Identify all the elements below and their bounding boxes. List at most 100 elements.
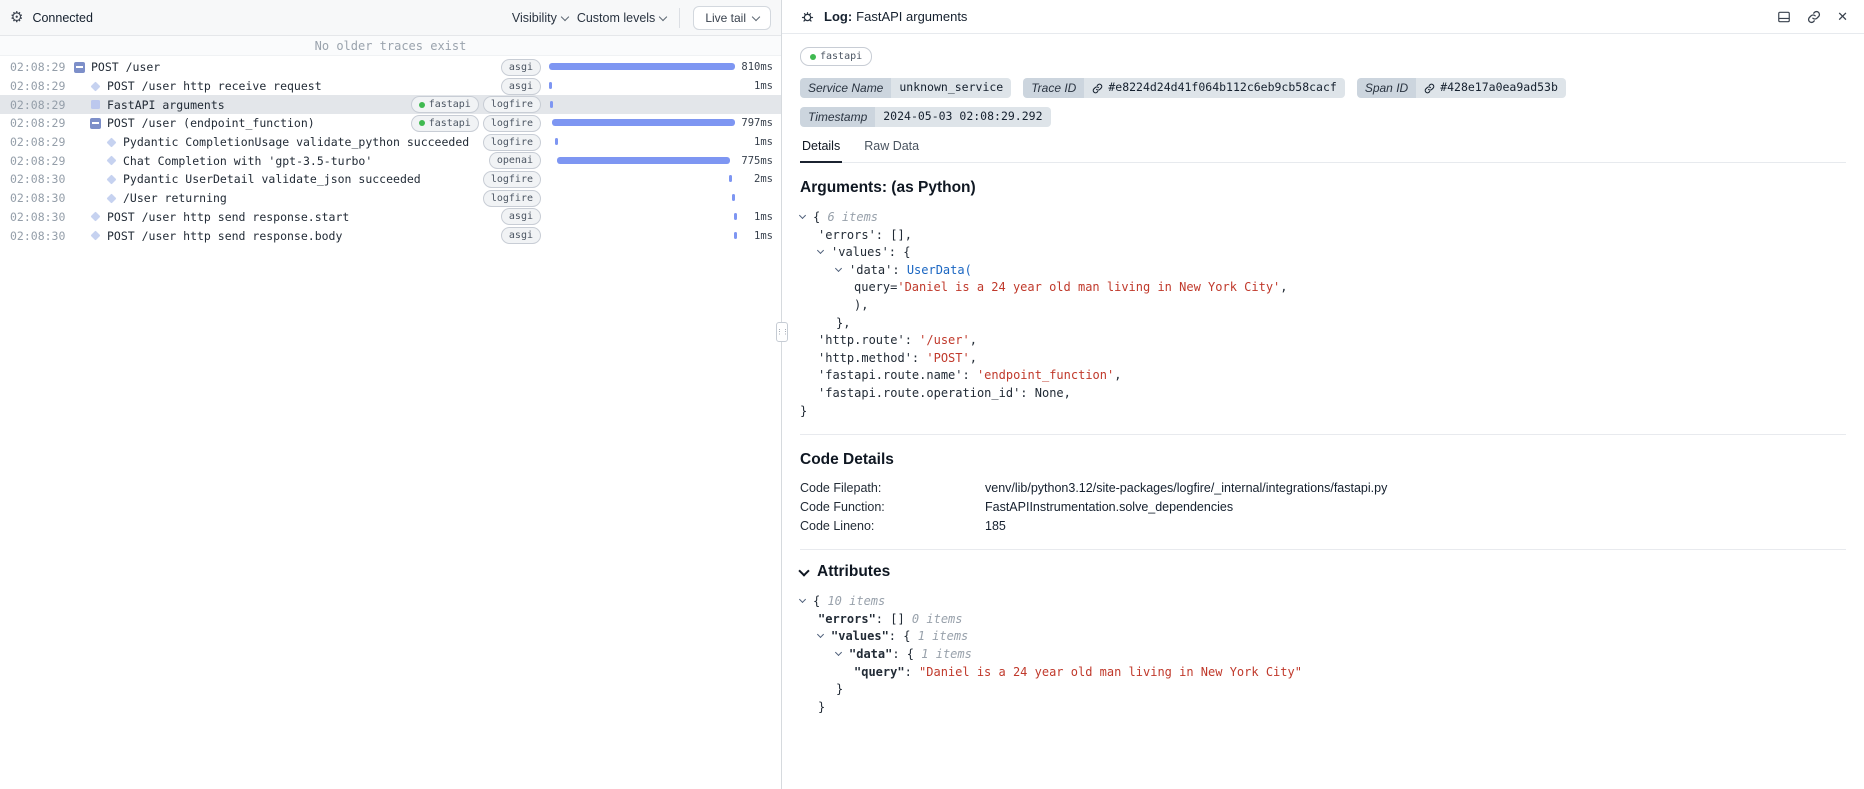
service-name-badge: Service Name unknown_service bbox=[800, 78, 1011, 98]
json-line: 'http.route': '/user', bbox=[800, 332, 1846, 350]
trace-panel: ⚙ Connected Visibility Custom levels Liv… bbox=[0, 0, 782, 789]
duration-bar bbox=[557, 157, 731, 164]
detail-body: fastapi Service Name unknown_service Tra… bbox=[782, 34, 1864, 789]
code-lineno-row: Code Lineno: 185 bbox=[800, 516, 1846, 535]
tag-list: logfire bbox=[477, 171, 541, 188]
trace-timestamp: 02:08:29 bbox=[10, 135, 68, 149]
arguments-heading: Arguments: (as Python) bbox=[800, 179, 1846, 197]
duration-bar bbox=[732, 194, 735, 201]
code-filepath-row: Code Filepath: venv/lib/python3.12/site-… bbox=[800, 478, 1846, 497]
json-line: 'fastapi.route.name': 'endpoint_function… bbox=[800, 367, 1846, 385]
json-token: UserData( bbox=[907, 263, 972, 277]
tag-list: fastapi logfire bbox=[405, 115, 541, 132]
trace-row[interactable]: 02:08:29POST /user (endpoint_function)fa… bbox=[0, 114, 781, 133]
tag-pill: fastapi bbox=[411, 115, 479, 132]
tab-raw-data[interactable]: Raw Data bbox=[862, 139, 921, 162]
json-token: : bbox=[963, 368, 977, 382]
collapse-toggle-icon[interactable] bbox=[90, 118, 101, 129]
json-token: 1 items bbox=[921, 647, 972, 661]
dock-panel-icon[interactable] bbox=[1777, 10, 1791, 24]
live-tail-label: Live tail bbox=[705, 11, 746, 25]
tag-pill-label: logfire bbox=[491, 173, 533, 186]
duration-track bbox=[549, 119, 737, 127]
span-id-link[interactable]: #428e17a0ea9ad53b bbox=[1416, 78, 1566, 98]
trace-row[interactable]: 02:08:30POST /user http send response.st… bbox=[0, 208, 781, 227]
span-name: POST /user bbox=[91, 60, 160, 74]
green-dot-icon bbox=[419, 120, 425, 126]
duration-bar bbox=[555, 138, 558, 145]
attributes-header: Attributes bbox=[800, 563, 1846, 581]
tag-pill: logfire bbox=[483, 190, 541, 207]
json-line: } bbox=[800, 403, 1846, 421]
trace-row[interactable]: 02:08:30POST /user http send response.bo… bbox=[0, 226, 781, 245]
span-name: POST /user http send response.start bbox=[107, 210, 349, 224]
copy-link-icon[interactable] bbox=[1807, 10, 1821, 24]
live-tail-dropdown[interactable]: Live tail bbox=[693, 6, 771, 30]
green-dot-icon bbox=[810, 54, 816, 60]
json-token: "values" bbox=[831, 629, 889, 643]
trace-row[interactable]: 02:08:30/User returninglogfire bbox=[0, 189, 781, 208]
collapse-toggle-icon[interactable] bbox=[74, 62, 85, 73]
tag-pill-label: asgi bbox=[509, 61, 533, 74]
trace-row[interactable]: 02:08:29FastAPI argumentsfastapilogfire bbox=[0, 95, 781, 114]
header-actions: ✕ bbox=[1777, 10, 1848, 24]
panel-resize-handle[interactable]: ⋮⋮ bbox=[776, 322, 788, 342]
trace-row[interactable]: 02:08:29POST /userasgi810ms bbox=[0, 58, 781, 77]
gear-icon[interactable]: ⚙ bbox=[10, 10, 23, 25]
chevron-down-icon bbox=[659, 12, 667, 20]
timestamp-value: 2024-05-03 02:08:29.292 bbox=[875, 107, 1050, 127]
service-tag-label: fastapi bbox=[820, 50, 862, 63]
trace-row-main: POST /user http send response.start bbox=[68, 210, 495, 224]
json-token: , bbox=[1280, 280, 1287, 294]
trace-row[interactable]: 02:08:30Pydantic UserDetail validate_jso… bbox=[0, 170, 781, 189]
trace-id-link[interactable]: #e8224d24d41f064b112c6eb9cb58cacf bbox=[1084, 78, 1344, 98]
code-filepath-label: Code Filepath: bbox=[800, 481, 985, 495]
green-dot-icon bbox=[419, 102, 425, 108]
trace-timestamp: 02:08:30 bbox=[10, 229, 68, 243]
tag-pill: logfire bbox=[483, 171, 541, 188]
chevron-down-icon[interactable] bbox=[798, 565, 809, 576]
trace-timestamp: 02:08:29 bbox=[10, 154, 68, 168]
duration-label: 1ms bbox=[737, 136, 773, 148]
span-id-value: #428e17a0ea9ad53b bbox=[1440, 82, 1558, 94]
chevron-down-icon[interactable] bbox=[836, 262, 849, 280]
service-tag[interactable]: fastapi bbox=[800, 47, 872, 66]
duration-bar bbox=[550, 101, 553, 108]
json-token: "query" bbox=[854, 665, 905, 679]
trace-row[interactable]: 02:08:29POST /user http receive requesta… bbox=[0, 77, 781, 96]
duration-track bbox=[549, 157, 737, 165]
json-token: "data" bbox=[849, 647, 892, 661]
close-icon[interactable]: ✕ bbox=[1837, 10, 1848, 23]
trace-row[interactable]: 02:08:29Pydantic CompletionUsage validat… bbox=[0, 133, 781, 152]
custom-levels-dropdown[interactable]: Custom levels bbox=[577, 11, 667, 25]
badge-value: unknown_service bbox=[891, 78, 1011, 98]
tag-pill-label: fastapi bbox=[429, 117, 471, 130]
tag-list: fastapilogfire bbox=[405, 96, 541, 113]
json-line: 'values': { bbox=[800, 244, 1846, 262]
chevron-down-icon[interactable] bbox=[818, 244, 831, 262]
chevron-down-icon[interactable] bbox=[800, 209, 813, 227]
badge-label: Span ID bbox=[1357, 78, 1416, 98]
json-token: } bbox=[818, 700, 825, 714]
json-token: 'values' bbox=[831, 245, 889, 259]
visibility-dropdown[interactable]: Visibility bbox=[512, 11, 568, 25]
tag-pill: logfire bbox=[483, 115, 541, 132]
trace-row[interactable]: 02:08:29Chat Completion with 'gpt-3.5-tu… bbox=[0, 151, 781, 170]
trace-row-main: POST /user http receive request bbox=[68, 79, 495, 93]
span-name: Pydantic UserDetail validate_json succee… bbox=[123, 172, 421, 186]
tag-list: asgi bbox=[495, 59, 541, 76]
json-token: : { bbox=[889, 629, 918, 643]
chevron-down-icon[interactable] bbox=[800, 593, 813, 611]
span-icon bbox=[107, 137, 117, 147]
tag-list: logfire bbox=[477, 190, 541, 207]
trace-row-main: Pydantic CompletionUsage validate_python… bbox=[68, 135, 477, 149]
json-token: : None, bbox=[1020, 386, 1071, 400]
chevron-down-icon[interactable] bbox=[818, 628, 831, 646]
json-line: } bbox=[800, 699, 1846, 717]
tab-details[interactable]: Details bbox=[800, 139, 842, 163]
json-token: 'POST' bbox=[926, 351, 969, 365]
chevron-down-icon[interactable] bbox=[836, 646, 849, 664]
json-token: : bbox=[905, 333, 919, 347]
trace-timestamp: 02:08:29 bbox=[10, 116, 68, 130]
json-line: query='Daniel is a 24 year old man livin… bbox=[800, 279, 1846, 297]
